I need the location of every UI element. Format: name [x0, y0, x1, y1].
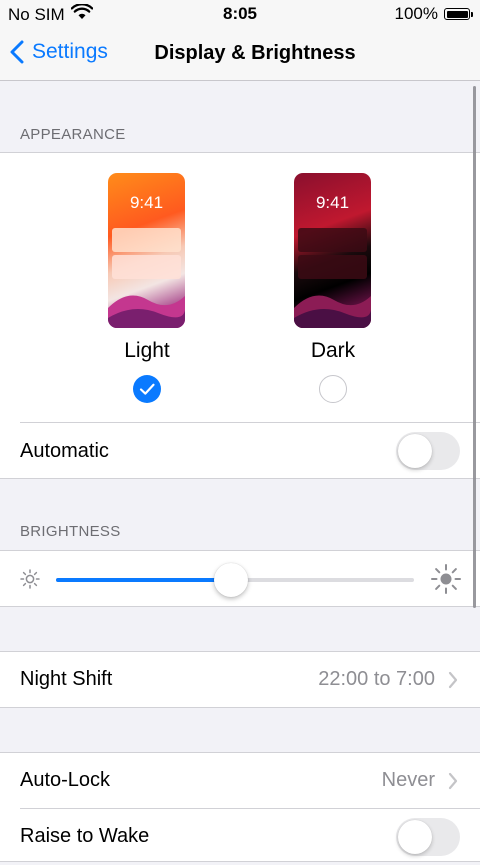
preview-time: 9:41	[129, 193, 164, 212]
battery-percent: 100%	[394, 4, 438, 23]
raise-to-wake-row: Raise to Wake	[0, 809, 480, 865]
auto-lock-value: Never	[381, 769, 435, 791]
preview-card	[298, 255, 367, 279]
brightness-group	[0, 550, 480, 607]
page-title: Display & Brightness	[0, 42, 480, 65]
brightness-slider-fill	[56, 578, 232, 582]
sun-large-icon	[431, 564, 461, 594]
preview-card	[112, 255, 181, 279]
night-shift-value: 22:00 to 7:00	[318, 668, 435, 690]
preview-time: 9:41	[315, 193, 350, 212]
lock-group: Auto-Lock Never Raise to Wake	[0, 752, 480, 862]
navigation-bar: Settings Display & Brightness	[0, 28, 480, 81]
scroll-indicator[interactable]	[473, 86, 476, 608]
checkmark-icon	[139, 383, 155, 395]
light-mode-preview[interactable]: 9:41	[108, 173, 185, 328]
dark-mode-radio[interactable]	[319, 375, 347, 403]
automatic-toggle[interactable]	[396, 432, 460, 470]
dark-wave-graphic	[294, 295, 371, 328]
appearance-group: 9:41 9:41 Light Dark Automatic	[0, 152, 480, 479]
appearance-header: APPEARANCE	[20, 126, 126, 143]
raise-to-wake-toggle[interactable]	[396, 818, 460, 856]
light-mode-radio[interactable]	[133, 375, 161, 403]
dark-mode-preview[interactable]: 9:41	[294, 173, 371, 328]
status-bar: No SIM 8:05 100%	[0, 0, 480, 28]
auto-lock-label: Auto-Lock	[20, 769, 111, 791]
preview-card	[298, 228, 367, 252]
brightness-slider-thumb[interactable]	[214, 563, 249, 597]
status-right: 100%	[394, 4, 473, 24]
sun-small-icon	[20, 569, 40, 589]
chevron-right-icon	[448, 772, 458, 790]
light-mode-label: Light	[124, 339, 170, 362]
brightness-header: BRIGHTNESS	[20, 523, 121, 540]
light-wave-graphic	[108, 295, 185, 328]
automatic-row: Automatic	[0, 423, 480, 479]
toggle-knob	[398, 434, 432, 468]
page-title-text: Display & Brightness	[154, 42, 356, 64]
preview-card	[112, 228, 181, 252]
auto-lock-row[interactable]: Auto-Lock Never	[0, 753, 480, 809]
chevron-right-icon	[448, 671, 458, 689]
toggle-knob	[398, 820, 432, 854]
night-shift-group: Night Shift 22:00 to 7:00	[0, 651, 480, 708]
automatic-label: Automatic	[20, 440, 109, 462]
brightness-slider[interactable]	[56, 563, 414, 597]
raise-to-wake-label: Raise to Wake	[20, 825, 150, 847]
battery-icon	[444, 8, 473, 20]
dark-mode-label: Dark	[310, 339, 356, 362]
night-shift-label: Night Shift	[20, 668, 113, 690]
night-shift-row[interactable]: Night Shift 22:00 to 7:00	[0, 652, 480, 708]
